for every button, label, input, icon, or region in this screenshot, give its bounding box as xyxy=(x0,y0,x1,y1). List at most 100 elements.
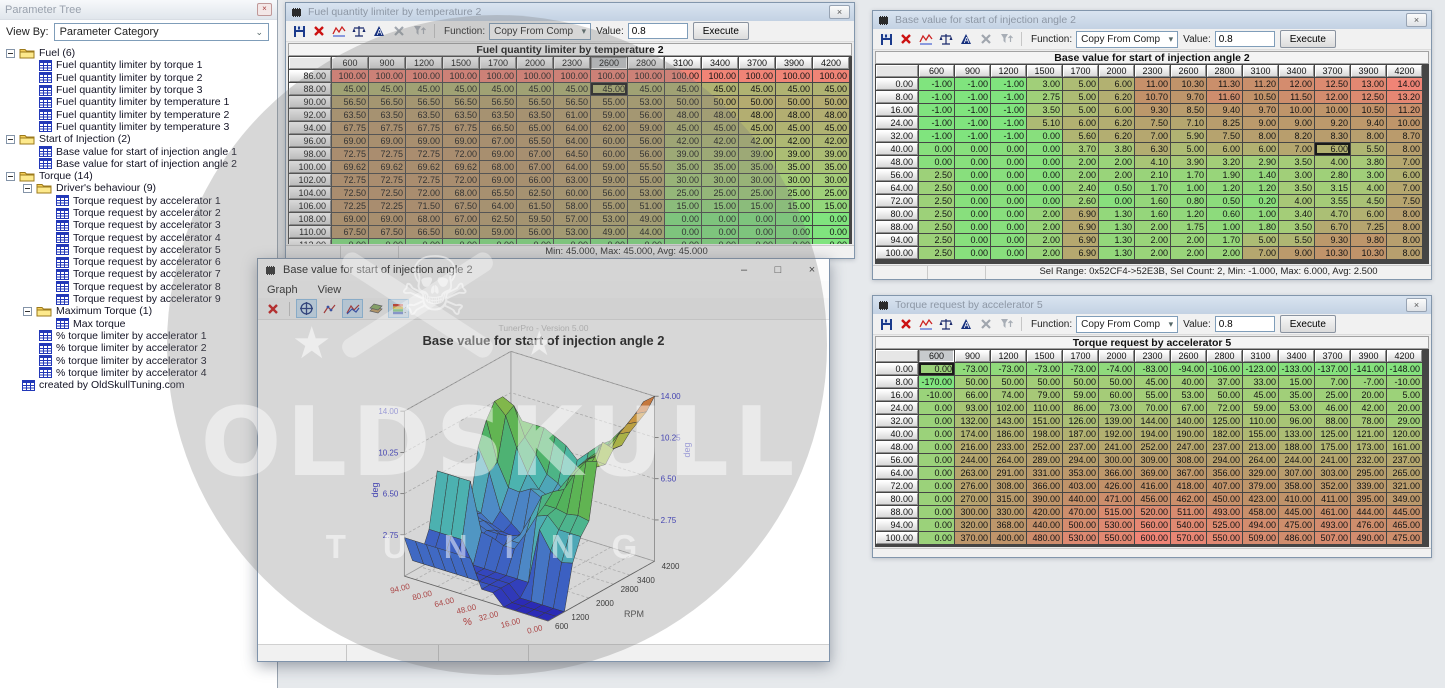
tree-item[interactable]: % torque limiter by accelerator 4 xyxy=(0,367,277,379)
table-cell[interactable]: 0.00 xyxy=(991,247,1026,259)
table-cell[interactable]: 1.20 xyxy=(1243,182,1278,194)
table-cell[interactable]: 69.00 xyxy=(480,148,516,160)
table-cell[interactable]: 2.00 xyxy=(1135,221,1170,233)
table-cell[interactable]: 143.00 xyxy=(991,415,1026,427)
table-cell[interactable]: -148.00 xyxy=(1387,363,1422,375)
table-cell[interactable]: 0.00 xyxy=(813,213,849,225)
table-cell[interactable]: 45.00 xyxy=(628,83,664,95)
table-cell[interactable]: 25.00 xyxy=(665,187,701,199)
table-cell[interactable]: 53.00 xyxy=(554,226,590,238)
table-cell[interactable]: 69.62 xyxy=(406,161,442,173)
table-cell[interactable]: 1.30 xyxy=(1099,234,1134,246)
table-cell[interactable]: 1.00 xyxy=(1207,221,1242,233)
table-cell[interactable]: -1.00 xyxy=(991,104,1026,116)
table-cell[interactable]: 0.00 xyxy=(776,213,812,225)
table-cell[interactable]: 444.00 xyxy=(1351,506,1386,518)
close-button[interactable]: × xyxy=(829,5,850,19)
table-cell[interactable]: 232.00 xyxy=(1351,454,1386,466)
column-header[interactable]: 3900 xyxy=(776,57,812,69)
table-cell[interactable]: 42.00 xyxy=(776,135,812,147)
table-cell[interactable]: 2.80 xyxy=(1315,169,1350,181)
table-cell[interactable]: 102.00 xyxy=(991,402,1026,414)
table-cell[interactable]: 0.00 xyxy=(591,239,627,244)
table-cell[interactable]: 0.00 xyxy=(919,467,954,479)
table-cell[interactable]: 45.00 xyxy=(813,83,849,95)
table-cell[interactable]: 8.00 xyxy=(1387,234,1422,246)
table-cell[interactable]: 72.00 xyxy=(443,148,479,160)
table-cell[interactable]: 67.75 xyxy=(443,122,479,134)
table-cell[interactable]: 46.00 xyxy=(1315,402,1350,414)
table-cell[interactable]: 0.50 xyxy=(1207,195,1242,207)
trace-icon[interactable] xyxy=(917,31,935,48)
table-cell[interactable]: 0.00 xyxy=(1027,182,1062,194)
collapse-toggle[interactable] xyxy=(23,184,32,193)
view-by-select[interactable]: Parameter Category ⌄ xyxy=(54,23,269,41)
column-header[interactable]: 2800 xyxy=(1207,350,1242,362)
table-cell[interactable]: 69.00 xyxy=(480,174,516,186)
table-cell[interactable]: 3.00 xyxy=(1027,78,1062,90)
table-cell[interactable]: 407.00 xyxy=(1207,480,1242,492)
table-cell[interactable]: 0.00 xyxy=(480,239,516,244)
table-cell[interactable]: 0.00 xyxy=(1027,195,1062,207)
table-cell[interactable]: 303.00 xyxy=(1315,467,1350,479)
table-cell[interactable]: 5.00 xyxy=(1063,91,1098,103)
table-cell[interactable]: 237.00 xyxy=(1207,441,1242,453)
table-cell[interactable]: 8.00 xyxy=(1351,130,1386,142)
table-cell[interactable]: 294.00 xyxy=(1207,454,1242,466)
table-cell[interactable]: -1.00 xyxy=(919,91,954,103)
table-cell[interactable]: 0.00 xyxy=(991,208,1026,220)
row-header[interactable]: 8.00 xyxy=(876,91,918,103)
table-cell[interactable]: -10.00 xyxy=(919,389,954,401)
table-cell[interactable]: 45.00 xyxy=(369,83,405,95)
table-cell[interactable]: -73.00 xyxy=(991,363,1026,375)
table-cell[interactable]: 2.00 xyxy=(1171,247,1206,259)
table-cell[interactable]: 45.00 xyxy=(665,83,701,95)
table-cell[interactable]: 0.00 xyxy=(919,532,954,544)
table-cell[interactable]: 45.00 xyxy=(517,83,553,95)
tree-folder[interactable]: Maximum Torque (1) xyxy=(0,305,277,317)
table-cell[interactable]: 182.00 xyxy=(1207,428,1242,440)
row-header[interactable]: 16.00 xyxy=(876,389,918,401)
table-cell[interactable]: -1.00 xyxy=(955,117,990,129)
table-cell[interactable]: 0.00 xyxy=(991,195,1026,207)
table-cell[interactable]: 194.00 xyxy=(1135,428,1170,440)
row-header[interactable]: 48.00 xyxy=(876,441,918,453)
table-cell[interactable]: 6.00 xyxy=(1099,78,1134,90)
table-cell[interactable]: 6.00 xyxy=(1387,169,1422,181)
compare-icon[interactable] xyxy=(937,31,955,48)
table-cell[interactable]: 1.30 xyxy=(1099,208,1134,220)
table-cell[interactable]: 2.00 xyxy=(1099,156,1134,168)
table-cell[interactable]: 53.00 xyxy=(628,96,664,108)
row-header[interactable]: 72.00 xyxy=(876,195,918,207)
table-cell[interactable]: 45.00 xyxy=(1243,389,1278,401)
table-cell[interactable]: 3.50 xyxy=(1279,182,1314,194)
tree-item[interactable]: % torque limiter by accelerator 2 xyxy=(0,342,277,354)
table-cell[interactable]: -7.00 xyxy=(1351,376,1386,388)
table-cell[interactable]: 440.00 xyxy=(1027,519,1062,531)
table-cell[interactable]: 9.70 xyxy=(1171,91,1206,103)
table-cell[interactable]: 45.00 xyxy=(776,83,812,95)
table-cell[interactable]: 369.00 xyxy=(1135,467,1170,479)
table-cell[interactable]: 50.00 xyxy=(991,376,1026,388)
table-cell[interactable]: 55.00 xyxy=(628,174,664,186)
column-header[interactable]: 1200 xyxy=(991,65,1026,77)
table-cell[interactable]: 400.00 xyxy=(991,532,1026,544)
table-cell[interactable]: 155.00 xyxy=(1243,428,1278,440)
table-cell[interactable]: 3.55 xyxy=(1315,195,1350,207)
row-header[interactable]: 92.00 xyxy=(289,109,331,121)
tree-folder[interactable]: Driver's behaviour (9) xyxy=(0,182,277,194)
save-icon[interactable] xyxy=(877,31,895,48)
table-cell[interactable]: 63.50 xyxy=(406,109,442,121)
table-cell[interactable]: 56.00 xyxy=(628,148,664,160)
table-cell[interactable]: 10.70 xyxy=(1135,91,1170,103)
table-cell[interactable]: 45.00 xyxy=(332,83,368,95)
table-cell[interactable]: 63.50 xyxy=(480,109,516,121)
table-cell[interactable]: 308.00 xyxy=(991,480,1026,492)
row-header[interactable]: 100.00 xyxy=(876,532,918,544)
filter-icon-disabled[interactable] xyxy=(410,23,428,40)
table-cell[interactable]: 9.00 xyxy=(1279,117,1314,129)
table-cell[interactable]: 0.00 xyxy=(702,213,738,225)
row-header[interactable]: 64.00 xyxy=(876,182,918,194)
value-input[interactable] xyxy=(628,23,688,39)
table-cell[interactable]: 190.00 xyxy=(1171,428,1206,440)
